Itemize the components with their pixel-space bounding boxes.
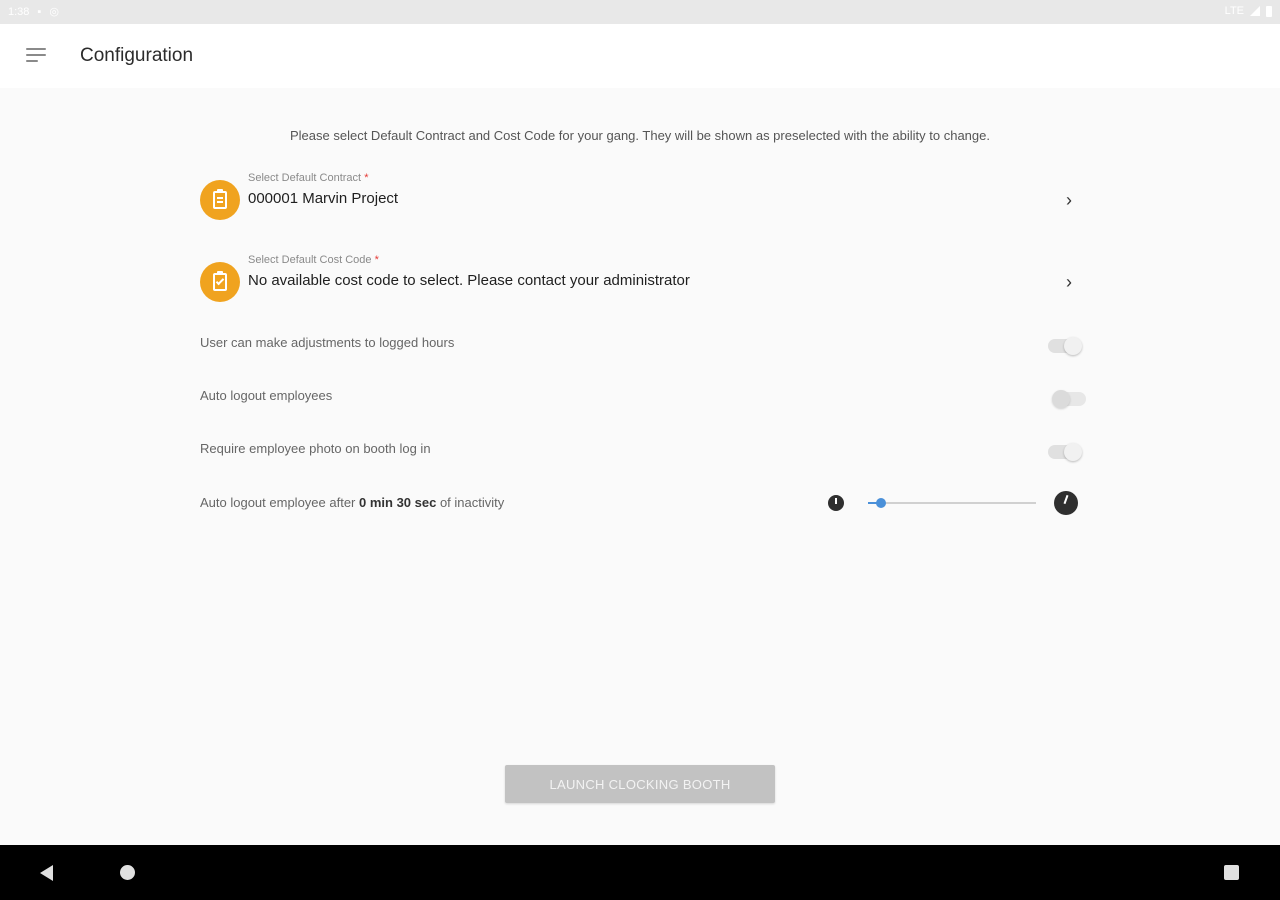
require-photo-toggle[interactable] xyxy=(1048,443,1082,461)
auto-logout-label: Auto logout employees xyxy=(200,388,333,403)
adjust-hours-row: User can make adjustments to logged hour… xyxy=(200,335,1082,359)
auto-logout-row: Auto logout employees xyxy=(200,388,1086,412)
home-icon[interactable] xyxy=(120,865,135,880)
clock-small-icon xyxy=(828,495,844,511)
notification-icon: ▪ xyxy=(37,5,42,18)
status-bar: 1:38 ▪ ◎ LTE xyxy=(0,0,1280,24)
required-mark: * xyxy=(364,172,369,184)
inactivity-label: Auto logout employee after 0 min 30 sec … xyxy=(200,495,505,510)
recents-icon[interactable] xyxy=(1224,865,1239,880)
contract-label: Select Default Contract * xyxy=(248,172,369,184)
clipboard-icon xyxy=(200,180,240,220)
network-type: LTE xyxy=(1224,5,1244,17)
signal-icon xyxy=(1250,6,1260,16)
adjust-hours-label: User can make adjustments to logged hour… xyxy=(200,335,455,350)
cost-code-value: No available cost code to select. Please… xyxy=(248,272,690,289)
app-bar: Configuration xyxy=(0,24,1280,88)
inactivity-duration: 0 min 30 sec xyxy=(359,495,437,510)
required-mark: * xyxy=(374,254,379,266)
contract-value: 000001 Marvin Project xyxy=(248,190,399,207)
launch-clocking-booth-button[interactable]: LAUNCH CLOCKING BOOTH xyxy=(505,765,775,803)
hamburger-menu-icon[interactable] xyxy=(26,48,46,64)
require-photo-label: Require employee photo on booth log in xyxy=(200,441,431,456)
clipboard-check-icon xyxy=(200,262,240,302)
instructions-text: Please select Default Contract and Cost … xyxy=(290,128,990,143)
sync-icon: ◎ xyxy=(49,6,59,18)
slider-thumb[interactable] xyxy=(876,498,887,508)
clock-large-icon xyxy=(1054,491,1078,515)
battery-icon xyxy=(1266,5,1272,17)
chevron-right-icon: › xyxy=(1066,272,1072,292)
cost-code-label: Select Default Cost Code * xyxy=(248,254,379,266)
back-icon[interactable] xyxy=(40,865,53,881)
require-photo-row: Require employee photo on booth log in xyxy=(200,441,1082,465)
chevron-right-icon: › xyxy=(1066,190,1072,210)
inactivity-row: Auto logout employee after 0 min 30 sec … xyxy=(200,490,1080,516)
page-title: Configuration xyxy=(80,45,194,66)
system-nav-bar xyxy=(0,845,1280,900)
adjust-hours-toggle[interactable] xyxy=(1048,337,1082,355)
inactivity-slider[interactable] xyxy=(868,498,1036,508)
default-cost-code-select[interactable]: Select Default Cost Code * No available … xyxy=(200,252,1080,310)
default-contract-select[interactable]: Select Default Contract * 000001 Marvin … xyxy=(200,170,1080,228)
status-time: 1:38 xyxy=(8,5,30,18)
auto-logout-toggle[interactable] xyxy=(1052,390,1086,408)
